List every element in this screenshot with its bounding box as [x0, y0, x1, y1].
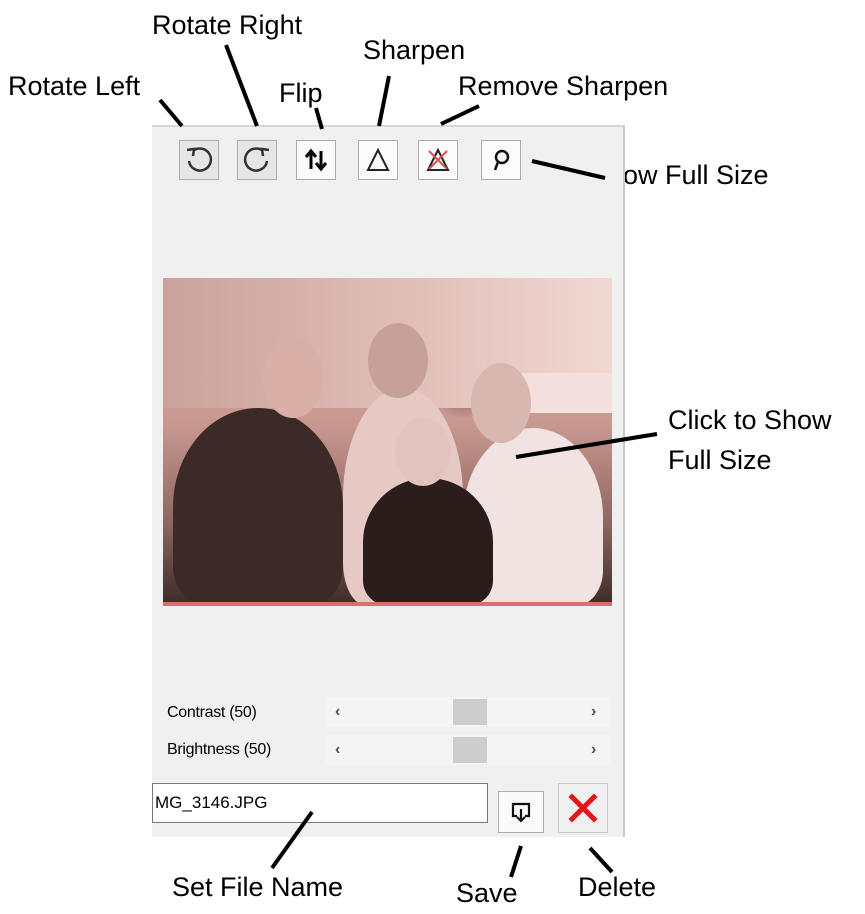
photo-face-child: [395, 418, 451, 486]
line-delete: [588, 846, 614, 874]
annotation-flip: Flip: [279, 78, 323, 108]
annotation-remove-sharpen: Remove Sharpen: [458, 71, 669, 101]
annotation-save: Save: [456, 878, 518, 908]
photo-person-left: [173, 408, 343, 606]
photo-preview[interactable]: [163, 278, 612, 606]
contrast-label: Contrast (50): [167, 704, 257, 721]
remove-sharpen-icon: [426, 147, 450, 171]
annotation-click-to-show-line2: Full Size: [668, 445, 772, 475]
annotation-delete: Delete: [578, 872, 657, 902]
flip-icon: [304, 148, 328, 172]
photo-face-left: [263, 338, 323, 418]
show-full-size-button[interactable]: [481, 140, 521, 180]
annotation-sharpen: Sharpen: [363, 35, 466, 65]
file-name-input[interactable]: [152, 783, 488, 823]
photo-person-child: [363, 478, 493, 606]
rotate-right-icon: [243, 147, 270, 172]
line-rotate-left: [158, 98, 184, 128]
photo-bottom-strip: [163, 602, 612, 606]
flip-button[interactable]: [296, 140, 336, 180]
remove-sharpen-button[interactable]: [418, 140, 458, 180]
annotation-set-file-name: Set File Name: [172, 872, 344, 902]
close-icon: [568, 793, 598, 823]
contrast-increase-arrow[interactable]: ›: [591, 703, 596, 721]
magnify-icon: [493, 149, 510, 171]
save-icon: [511, 802, 531, 823]
contrast-slider[interactable]: ‹ ›: [325, 697, 611, 727]
line-remove-sharpen: [440, 104, 480, 126]
save-button[interactable]: [498, 791, 544, 833]
brightness-increase-arrow[interactable]: ›: [591, 741, 596, 759]
photo-shelf: [522, 373, 612, 413]
brightness-label: Brightness (50): [167, 741, 271, 758]
sharpen-icon: [366, 147, 390, 171]
brightness-slider-thumb[interactable]: [453, 737, 487, 763]
delete-button[interactable]: [558, 783, 608, 833]
brightness-slider[interactable]: ‹ ›: [325, 735, 611, 765]
rotate-left-button[interactable]: [179, 140, 219, 180]
rotate-right-button[interactable]: [237, 140, 277, 180]
line-rotate-right: [224, 44, 259, 127]
annotation-rotate-left: Rotate Left: [8, 71, 141, 101]
brightness-decrease-arrow[interactable]: ‹: [335, 741, 340, 759]
annotation-click-to-show-line1: Click to Show: [668, 405, 832, 435]
sharpen-button[interactable]: [358, 140, 398, 180]
photo-face-right: [471, 363, 531, 443]
contrast-decrease-arrow[interactable]: ‹: [335, 703, 340, 721]
annotation-rotate-right: Rotate Right: [152, 10, 303, 40]
contrast-slider-thumb[interactable]: [453, 699, 487, 725]
line-save: [509, 845, 523, 878]
line-sharpen: [377, 75, 391, 127]
rotate-left-icon: [186, 147, 213, 172]
photo-face-middle: [368, 323, 428, 398]
